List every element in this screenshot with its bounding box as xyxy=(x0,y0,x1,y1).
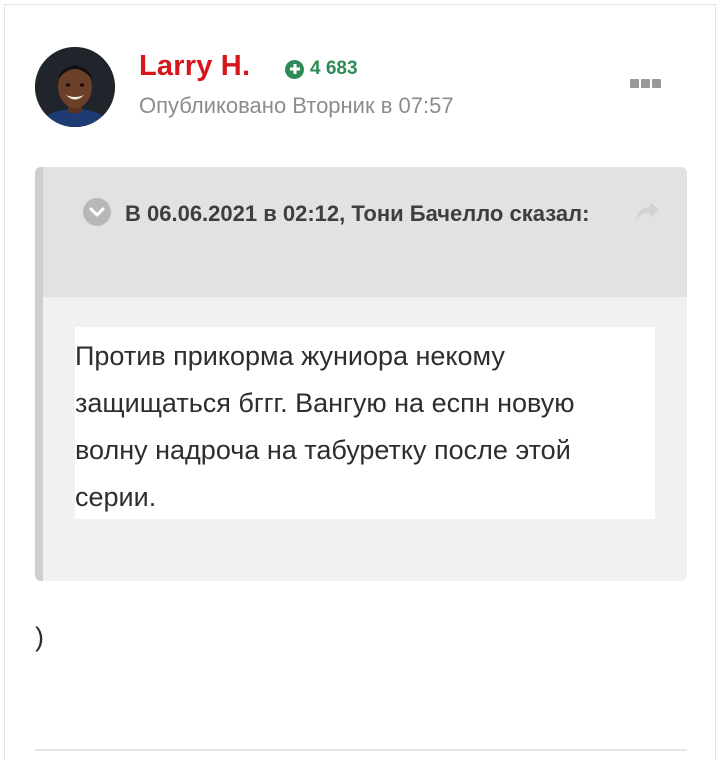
quote-text: Против прикорма жуниора некому защищатьс… xyxy=(75,341,575,512)
quote-header: В 06.06.2021 в 02:12, Тони Бачелло сказа… xyxy=(43,167,687,297)
ellipsis-icon xyxy=(629,78,639,88)
ellipsis-icon xyxy=(651,78,661,88)
quote-block: В 06.06.2021 в 02:12, Тони Бачелло сказа… xyxy=(35,167,687,581)
author-name[interactable]: Larry H. xyxy=(139,49,250,83)
ellipsis-icon xyxy=(640,78,650,88)
post-divider xyxy=(35,749,687,751)
post-timestamp: Опубликовано Вторник в 07:57 xyxy=(139,93,454,118)
forum-post: Larry H. 4 683 Опубликовано Вторник в 07… xyxy=(4,4,716,760)
share-arrow-icon[interactable] xyxy=(633,199,661,223)
reputation-badge: 4 683 xyxy=(285,57,358,81)
author-avatar[interactable] xyxy=(35,47,115,127)
chevron-down-icon[interactable] xyxy=(83,198,111,226)
reputation-count: 4 683 xyxy=(310,58,358,79)
plus-circle-icon xyxy=(285,59,304,79)
avatar-photo-icon xyxy=(35,47,115,127)
quote-citation: В 06.06.2021 в 02:12, Тони Бачелло сказа… xyxy=(125,201,590,226)
more-options-button[interactable] xyxy=(627,73,663,93)
quote-body: Против прикорма жуниора некому защищатьс… xyxy=(75,327,655,519)
quote-accent-bar xyxy=(35,167,43,581)
post-content: ) xyxy=(35,622,44,652)
